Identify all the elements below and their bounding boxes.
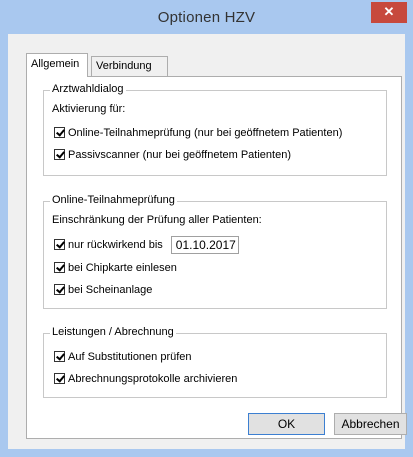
checkbox-substitutionen[interactable]: Auf Substitutionen prüfen [54, 350, 192, 365]
options-dialog: Optionen HZV ✕ Allgemein Verbindung Arzt… [0, 0, 413, 457]
checkbox-label: nur rückwirkend bis [68, 238, 163, 251]
title-bar[interactable]: Optionen HZV ✕ [0, 0, 413, 34]
checkbox-label: bei Chipkarte einlesen [68, 262, 177, 274]
checkbox-checked-icon[interactable] [54, 372, 65, 384]
checkbox-chipkarte[interactable]: bei Chipkarte einlesen [54, 261, 177, 276]
group-title: Arztwahldialog [50, 83, 126, 95]
checkbox-checked-icon[interactable] [54, 283, 65, 295]
checkbox-online-teilnahmepruefung[interactable]: Online-Teilnahmeprüfung (nur bei geöffne… [54, 126, 343, 141]
checkbox-passivscanner[interactable]: Passivscanner (nur bei geöffnetem Patien… [54, 148, 291, 163]
ok-button[interactable]: OK [248, 413, 325, 435]
checkbox-checked-icon[interactable] [54, 148, 65, 160]
checkbox-checked-icon[interactable] [54, 350, 65, 362]
restriction-label: Einschränkung der Prüfung aller Patiente… [52, 214, 262, 226]
checkbox-checked-icon[interactable] [54, 261, 65, 273]
close-icon: ✕ [383, 4, 395, 19]
checkbox-nur-rueckwirkend[interactable]: nur rückwirkend bis 01.10.2017 [54, 236, 239, 256]
group-leistungen-abrechnung: Leistungen / Abrechnung Auf Substitution… [43, 326, 387, 398]
checkbox-label: bei Scheinanlage [68, 284, 153, 296]
close-button[interactable]: ✕ [371, 2, 407, 23]
tab-allgemein[interactable]: Allgemein [26, 53, 88, 77]
checkbox-label: Abrechnungsprotokolle archivieren [68, 373, 238, 385]
dialog-client-area: Allgemein Verbindung Arztwahldialog Akti… [8, 34, 405, 449]
checkbox-label: Auf Substitutionen prüfen [68, 351, 192, 363]
checkbox-checked-icon[interactable] [54, 126, 65, 138]
checkbox-scheinanlage[interactable]: bei Scheinanlage [54, 283, 153, 298]
checkbox-label: Passivscanner (nur bei geöffnetem Patien… [68, 149, 291, 161]
checkbox-abrechnungsprotokolle[interactable]: Abrechnungsprotokolle archivieren [54, 372, 238, 387]
group-online-teilnahmepruefung: Online-Teilnahmeprüfung Einschränkung de… [43, 194, 387, 309]
date-input[interactable]: 01.10.2017 [170, 236, 239, 254]
group-title: Leistungen / Abrechnung [50, 326, 176, 338]
activation-label: Aktivierung für: [52, 103, 126, 115]
cancel-button[interactable]: Abbrechen [334, 413, 407, 435]
group-arztwahldialog: Arztwahldialog Aktivierung für: Online-T… [43, 83, 387, 176]
tab-panel-allgemein: Arztwahldialog Aktivierung für: Online-T… [26, 76, 402, 439]
group-title: Online-Teilnahmeprüfung [50, 194, 177, 206]
checkbox-checked-icon[interactable] [54, 238, 65, 250]
tab-verbindung[interactable]: Verbindung [91, 56, 168, 76]
checkbox-label: Online-Teilnahmeprüfung (nur bei geöffne… [68, 127, 343, 139]
window-title: Optionen HZV [157, 9, 256, 26]
